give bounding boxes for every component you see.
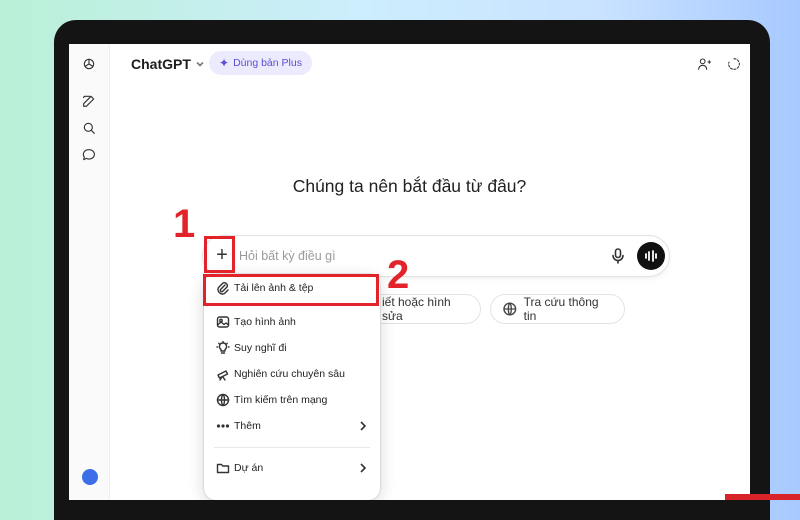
- upgrade-label: Dùng bản Plus: [233, 57, 302, 69]
- menu-item-projects[interactable]: Dự án: [204, 456, 380, 480]
- prompt-composer[interactable]: + Hỏi bất kỳ điều gì: [203, 236, 669, 276]
- image-icon: [216, 315, 230, 329]
- menu-item-label: Thêm: [234, 420, 261, 432]
- highlight-upload-item: [203, 274, 379, 306]
- prompt-input[interactable]: Hỏi bất kỳ điều gì: [239, 249, 336, 263]
- avatar[interactable]: [82, 469, 98, 485]
- openai-logo-icon[interactable]: [80, 55, 98, 73]
- new-chat-icon[interactable]: [80, 92, 98, 110]
- menu-item-create-image[interactable]: Tạo hình ảnh: [204, 310, 380, 334]
- step-2-label: 2: [387, 253, 410, 297]
- menu-item-label: Nghiên cứu chuyên sâu: [234, 368, 345, 380]
- chatgpt-window: ChatGPT ✦ Dùng bản Plus Chúng ta nên bắt…: [69, 44, 750, 500]
- lightbulb-icon: [216, 340, 230, 355]
- decorative-bar: [725, 494, 800, 500]
- chevron-right-icon: [358, 462, 368, 474]
- chip-label: Tra cứu thông tin: [523, 295, 599, 323]
- app-title: ChatGPT: [131, 56, 191, 72]
- model-selector[interactable]: ChatGPT: [131, 56, 205, 72]
- menu-item-think[interactable]: Suy nghĩ đi: [204, 336, 380, 360]
- menu-divider: [214, 447, 370, 448]
- attach-menu: Tải lên ảnh & tệp Tạo hình ảnh Suy nghĩ …: [204, 274, 380, 500]
- menu-item-web-search[interactable]: Tìm kiếm trên mạng: [204, 388, 380, 412]
- waveform-icon: [645, 250, 657, 262]
- search-icon[interactable]: [80, 119, 98, 137]
- globe-icon: [216, 393, 230, 407]
- menu-item-deep-research[interactable]: Nghiên cứu chuyên sâu: [204, 362, 380, 386]
- sparkle-icon: ✦: [219, 56, 230, 70]
- page-title: Chúng ta nên bắt đầu từ đâu?: [292, 176, 527, 196]
- menu-item-label: Dự án: [234, 462, 264, 474]
- microphone-icon[interactable]: [611, 248, 625, 264]
- chevron-down-icon: [196, 61, 204, 67]
- menu-item-label: Tạo hình ảnh: [234, 316, 296, 328]
- menu-item-more[interactable]: Thêm: [204, 414, 380, 438]
- telescope-icon: [216, 367, 230, 381]
- chat-bubble-icon[interactable]: [80, 146, 98, 164]
- chip-label: iết hoặc hình sửa: [382, 295, 451, 323]
- add-person-icon[interactable]: [696, 56, 712, 72]
- upgrade-plus-button[interactable]: ✦ Dùng bản Plus: [209, 51, 312, 75]
- highlight-plus-button: [204, 236, 235, 273]
- step-1-label: 1: [173, 202, 196, 246]
- menu-item-label: Suy nghĩ đi: [234, 342, 287, 354]
- chevron-right-icon: [358, 420, 368, 432]
- more-icon: [216, 419, 230, 433]
- globe-icon: [503, 302, 517, 316]
- voice-mode-button[interactable]: [637, 242, 665, 270]
- temporary-chat-icon[interactable]: [726, 56, 742, 72]
- sidebar-rail: [69, 44, 110, 500]
- chip-look-up[interactable]: Tra cứu thông tin: [490, 294, 625, 324]
- menu-item-label: Tìm kiếm trên mạng: [234, 394, 328, 406]
- folder-icon: [216, 461, 230, 475]
